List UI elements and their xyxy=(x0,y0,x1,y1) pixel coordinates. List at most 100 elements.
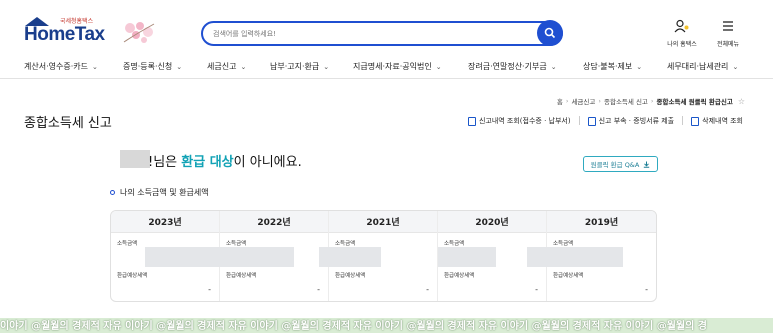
chevron-down-icon: ⌄ xyxy=(732,62,739,71)
breadcrumb-income-tax[interactable]: 종합소득세 신고 xyxy=(604,96,648,106)
nav-item-label: 증명·등록·신청 xyxy=(123,62,173,71)
full-menu-label: 전체메뉴 xyxy=(716,41,740,48)
chevron-down-icon: ⌄ xyxy=(91,62,98,71)
result-suffix: 이 아니에요. xyxy=(233,155,302,170)
user-icon xyxy=(674,19,689,33)
chevron-down-icon: ⌄ xyxy=(176,62,183,71)
search-button[interactable] xyxy=(537,20,563,46)
deleted-history-link[interactable]: 삭제내역 조회 xyxy=(691,116,743,126)
logo-text: HomeTax xyxy=(24,24,105,45)
breadcrumb-current: 종합소득세 원클릭 환급신고 xyxy=(656,98,733,106)
chevron-down-icon: ⌄ xyxy=(550,62,557,71)
income-label: 소득금액 xyxy=(335,241,356,247)
refund-value: - xyxy=(317,285,320,294)
redacted-income xyxy=(204,247,294,267)
search-bar xyxy=(201,20,563,46)
nav-item-certificates[interactable]: 증명·등록·신청 ⌄ xyxy=(123,61,182,72)
income-label: 소득금액 xyxy=(226,241,247,247)
filing-history-link[interactable]: 신고내역 조회(접수증 · 납부서) xyxy=(467,116,571,126)
nav-item-label: 상담·불복·제보 xyxy=(583,62,633,71)
redacted-income xyxy=(527,247,623,267)
chevron-down-icon: ⌄ xyxy=(435,62,442,71)
refund-result-message: !님은 환급 대상이 아니에요. xyxy=(148,151,302,170)
watermark-text: 이야기 @월월의 경제적 자유 이야기 @월월의 경제적 자유 이야기 @월월의… xyxy=(0,321,707,332)
refund-label: 환급예상세액 xyxy=(553,273,584,279)
nav-item-receipts[interactable]: 계산서·영수증·카드 ⌄ xyxy=(24,61,98,72)
refund-value: - xyxy=(426,285,429,294)
income-label: 소득금액 xyxy=(444,241,465,247)
qa-button-label: 원클릭 환급 Q&A xyxy=(590,161,640,169)
income-label: 소득금액 xyxy=(117,241,138,247)
favorite-star-icon[interactable]: ☆ xyxy=(738,97,745,106)
breadcrumb: 홈 › 세금신고 › 종합소득세 신고 › 종합소득세 원클릭 환급신고 ☆ xyxy=(557,96,745,107)
year-column: 2022년 소득금액 환급예상세액 - xyxy=(204,211,329,301)
my-hometax-button[interactable]: 나의 홈택스 xyxy=(662,18,702,48)
nav-item-statements[interactable]: 지급명세·자료·공익법인 ⌄ xyxy=(353,61,442,72)
year-column: 2021년 소득금액 환급예상세액 - xyxy=(319,211,438,301)
refund-label: 환급예상세액 xyxy=(444,273,475,279)
year-header: 2022년 xyxy=(220,211,328,233)
document-icon xyxy=(467,116,476,126)
search-icon xyxy=(544,27,556,39)
nav-item-consultation[interactable]: 상담·불복·제보 ⌄ xyxy=(583,61,642,72)
nav-item-label: 장려금·연말정산·기부금 xyxy=(468,62,547,71)
nav-item-payment[interactable]: 납부·고지·환급 ⌄ xyxy=(270,61,329,72)
refund-value: - xyxy=(645,285,648,294)
page-frame: 국세청홈택스 HomeTax 검색어를 입력하세요! 나의 홈택스 전체메뉴 계… xyxy=(0,0,773,318)
main-nav: 계산서·영수증·카드 ⌄ 증명·등록·신청 ⌄ 세금신고 ⌄ 납부·고지·환급 ⌄ 지급… xyxy=(0,57,773,79)
redacted-income xyxy=(145,247,205,267)
submit-documents-link[interactable]: 신고 부속 · 증빙서류 제출 xyxy=(587,116,675,126)
redacted-name xyxy=(120,150,150,168)
full-menu-button[interactable]: 전체메뉴 xyxy=(708,18,748,48)
bullet-icon xyxy=(110,190,115,195)
menu-icon xyxy=(723,21,733,31)
year-header: 2023년 xyxy=(111,211,219,233)
section-title: 나의 소득금액 및 환급세액 xyxy=(120,188,209,197)
chevron-down-icon: ⌄ xyxy=(323,62,330,71)
yearly-income-table: 2023년 소득금액 환급예상세액 - 2022년 소득금액 환급예상세액 - … xyxy=(110,210,657,302)
nav-item-tax-filing[interactable]: 세금신고 ⌄ xyxy=(207,61,246,72)
hometax-logo[interactable]: 국세청홈택스 HomeTax xyxy=(24,16,155,46)
my-hometax-label: 나의 홈택스 xyxy=(667,41,697,48)
refund-value: - xyxy=(208,285,211,294)
upload-document-icon xyxy=(587,116,596,126)
year-header: 2021년 xyxy=(329,211,437,233)
redacted-income xyxy=(319,247,381,267)
result-prefix: !님은 xyxy=(148,155,182,170)
refund-value: - xyxy=(535,285,538,294)
chevron-right-icon: › xyxy=(650,97,654,105)
download-icon xyxy=(644,161,650,168)
page-actions: 신고내역 조회(접수증 · 납부서) 신고 부속 · 증빙서류 제출 삭제내역 … xyxy=(467,116,743,126)
chevron-right-icon: › xyxy=(598,97,601,105)
year-header: 2019년 xyxy=(547,211,656,233)
breadcrumb-home[interactable]: 홈 xyxy=(557,96,563,106)
submit-documents-label: 신고 부속 · 증빙서류 제출 xyxy=(598,117,675,125)
chevron-down-icon: ⌄ xyxy=(240,62,247,71)
redacted-income xyxy=(438,247,496,267)
refund-qa-button[interactable]: 원클릭 환급 Q&A xyxy=(583,156,658,172)
nav-item-incentives[interactable]: 장려금·연말정산·기부금 ⌄ xyxy=(468,61,557,72)
breadcrumb-tax-filing[interactable]: 세금신고 xyxy=(571,96,595,106)
nav-item-label: 계산서·영수증·카드 xyxy=(24,62,88,71)
refund-label: 환급예상세액 xyxy=(226,273,257,279)
income-label: 소득금액 xyxy=(553,241,574,247)
year-column: 2019년 소득금액 환급예상세액 - xyxy=(527,211,656,301)
blossom-icon xyxy=(123,22,155,43)
nav-item-label: 지급명세·자료·공익법인 xyxy=(353,62,432,71)
section-heading: 나의 소득금액 및 환급세액 xyxy=(110,187,209,198)
nav-item-tax-agent[interactable]: 세무대리·납세관리 ⌄ xyxy=(667,61,738,72)
refund-label: 환급예상세액 xyxy=(117,273,148,279)
trash-icon xyxy=(691,116,700,126)
result-highlight: 환급 대상 xyxy=(181,155,234,170)
divider xyxy=(682,116,684,125)
page-title: 종합소득세 신고 xyxy=(24,116,112,131)
chevron-down-icon: ⌄ xyxy=(636,62,643,71)
nav-item-label: 납부·고지·환급 xyxy=(270,62,320,71)
deleted-history-label: 삭제내역 조회 xyxy=(702,117,743,125)
divider xyxy=(578,116,580,125)
refund-label: 환급예상세액 xyxy=(335,273,366,279)
nav-item-label: 세금신고 xyxy=(207,62,237,71)
search-input[interactable] xyxy=(213,27,533,41)
chevron-right-icon: › xyxy=(565,97,569,105)
header: 국세청홈택스 HomeTax 검색어를 입력하세요! 나의 홈택스 전체메뉴 xyxy=(0,0,773,52)
